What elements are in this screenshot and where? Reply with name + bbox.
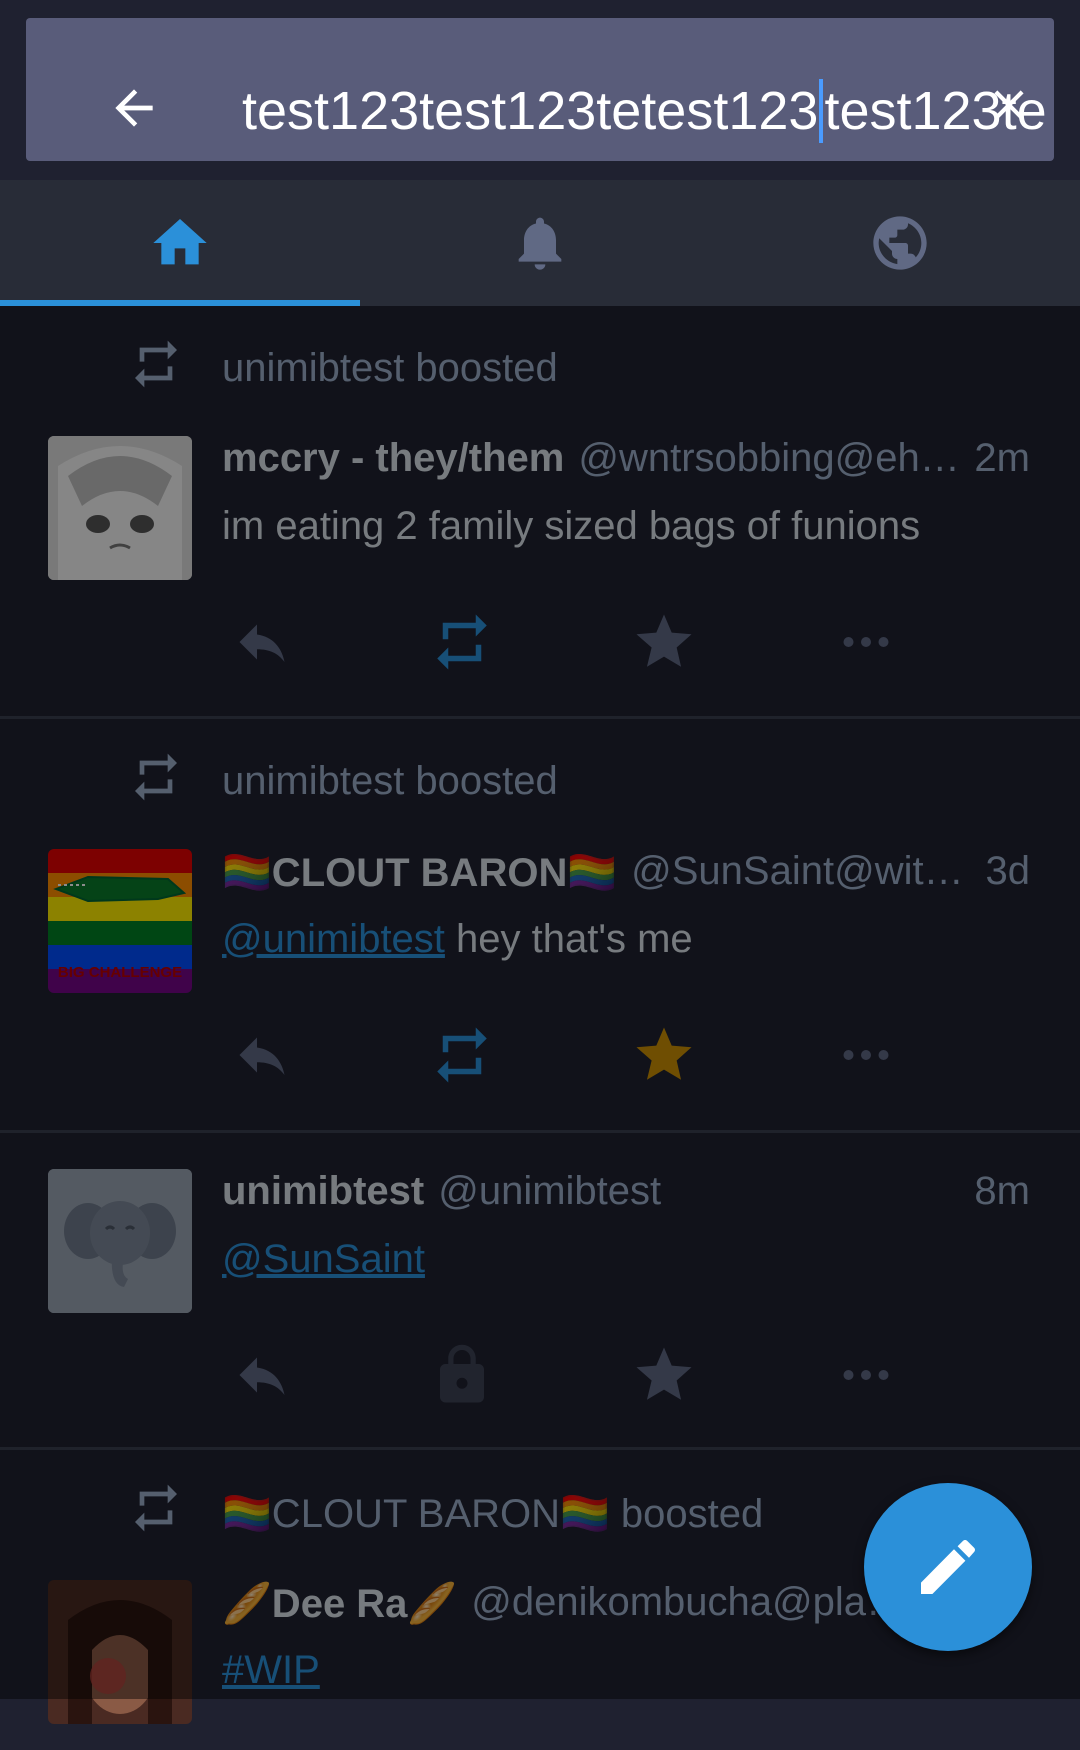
rainbow-crocodile-avatar-image: BIG CHALLENGE [48,849,192,993]
status-time: 3d [985,849,1031,893]
booster-name[interactable]: 🏳️‍🌈CLOUT BARON🏳️‍🌈 [222,1492,610,1536]
status-content: im eating 2 family sized bags of funions [222,504,921,548]
favourite-button[interactable] [624,602,704,682]
boost-indicator [128,749,184,805]
globe-icon [873,216,927,270]
star-icon [636,1027,692,1080]
status-item[interactable]: unimibtest @unimibtest 8m @SunSaint [0,1133,1080,1450]
status-text: hey that's me [444,917,693,961]
mention-link[interactable]: @unimibtest [222,917,445,961]
boost-icon [437,614,487,670]
hashtag-link[interactable]: #WIP [222,1648,320,1692]
boosted-by-text: unimibtest boosted [222,346,558,390]
reply-icon [239,1357,285,1395]
lock-icon [440,1344,484,1403]
account-handle: @unimibtest [438,1169,662,1213]
search-input[interactable]: test123test123tetest123 test123te [242,76,1054,146]
display-name[interactable]: 🥖Dee Ra🥖 [222,1580,457,1627]
timeline-tabs [0,180,1080,306]
reply-icon [239,624,285,662]
clear-search-icon[interactable] [984,80,1034,130]
home-icon [153,219,207,265]
status-header: 🏳️‍🌈CLOUT BARON🏳️‍🌈 @SunSaint@wit… 3d [222,849,1030,896]
more-icon [843,1370,889,1380]
tab-home[interactable] [0,180,360,306]
favourite-button[interactable] [624,1015,704,1095]
bell-icon [518,217,562,270]
display-name[interactable]: mccry - they/them [222,436,564,481]
status-actions [222,602,942,682]
elephant-avatar-image [48,1169,192,1313]
star-icon [636,614,692,667]
boost-button-disabled [422,1335,502,1415]
status-header: unimibtest @unimibtest 8m [222,1169,1030,1214]
star-icon [636,1347,692,1400]
account-handle: @SunSaint@wit… [631,849,964,893]
portrait-avatar-image [48,1580,192,1724]
display-name[interactable]: 🏳️‍🌈CLOUT BARON🏳️‍🌈 [222,849,617,896]
more-button[interactable] [826,1015,906,1095]
avatar[interactable] [48,1169,192,1313]
search-query-before-caret: test123test123tetest123 [242,81,819,141]
avatar[interactable] [48,1580,192,1724]
mention-link[interactable]: @SunSaint [222,1237,425,1281]
back-arrow-icon[interactable] [106,80,162,136]
boost-button[interactable] [422,1015,502,1095]
status-header: mccry - they/them @wntrsobbing@eh… 2m [222,436,1030,481]
status-actions [222,1335,942,1415]
avatar-caption: BIG CHALLENGE [58,964,182,981]
status-actions [222,1015,942,1095]
tab-public[interactable] [720,180,1080,306]
reply-button[interactable] [222,1015,302,1095]
avatar[interactable]: BIG CHALLENGE [48,849,192,993]
reply-icon [239,1037,285,1075]
status-content: @unimibtest hey that's me [222,917,1040,962]
favourite-button[interactable] [624,1335,704,1415]
status-content: #WIP [222,1648,1040,1693]
anime-avatar-image [48,436,192,580]
reply-button[interactable] [222,1335,302,1415]
boosted-suffix: boosted [609,1492,764,1536]
status-item[interactable]: unimibtest boosted BIG CHALLENGE 🏳️‍🌈CLO… [0,719,1080,1133]
text-caret [819,79,824,143]
more-icon [843,637,889,647]
boost-indicator [128,336,184,392]
boost-icon [437,1027,487,1083]
pencil-icon [921,1540,975,1594]
boosted-by-text: unimibtest boosted [222,759,558,803]
more-button[interactable] [826,602,906,682]
status-time: 8m [974,1169,1030,1213]
status-content: @SunSaint [222,1237,1040,1282]
boost-icon [135,753,177,801]
reply-button[interactable] [222,602,302,682]
avatar[interactable] [48,436,192,580]
boost-icon [135,340,177,388]
search-bar: test123test123tetest123 test123te [26,18,1054,161]
boost-icon [135,1484,177,1532]
account-handle: @wntrsobbing@eh… [578,436,960,480]
display-name[interactable]: unimibtest [222,1169,424,1214]
more-button[interactable] [826,1335,906,1415]
status-time: 2m [974,436,1030,480]
boost-button[interactable] [422,602,502,682]
more-icon [843,1050,889,1060]
tab-notifications[interactable] [360,180,720,306]
boost-indicator [128,1480,184,1536]
status-item[interactable]: unimibtest boosted mccry - they/them @wn… [0,306,1080,719]
boosted-by-text: 🏳️‍🌈CLOUT BARON🏳️‍🌈 boosted [222,1490,763,1537]
compose-button[interactable] [864,1483,1032,1651]
